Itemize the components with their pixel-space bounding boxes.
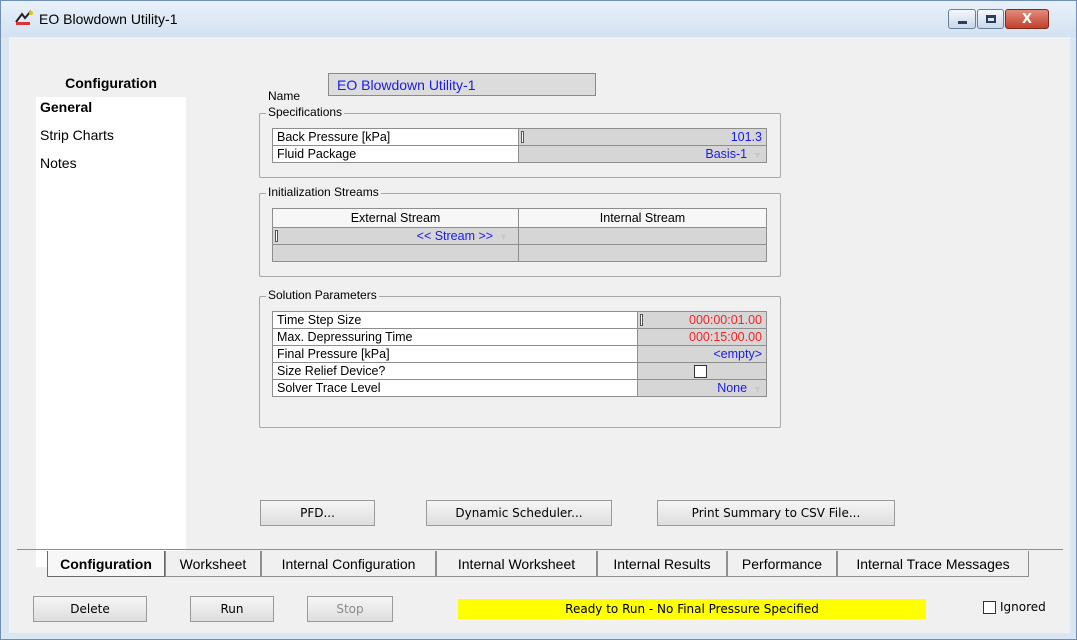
tab-performance[interactable]: Performance xyxy=(727,551,837,577)
tab-internal-configuration[interactable]: Internal Configuration xyxy=(261,551,436,577)
client-area: Configuration General Strip Charts Notes… xyxy=(9,37,1070,633)
ignored-label: Ignored xyxy=(1000,600,1046,614)
back-pressure-value[interactable]: 101.3 xyxy=(518,128,767,146)
left-panel-header: Configuration xyxy=(65,75,157,91)
back-pressure-label: Back Pressure [kPa] xyxy=(272,128,519,146)
table-row: Fluid Package Basis-1 ▼ xyxy=(272,145,767,163)
window-title: EO Blowdown Utility-1 xyxy=(39,11,178,27)
tab-worksheet[interactable]: Worksheet xyxy=(165,551,261,577)
external-stream-select[interactable]: << Stream >> ▼ xyxy=(272,227,519,245)
table-row: Size Relief Device? xyxy=(272,362,767,380)
delete-button[interactable]: Delete xyxy=(33,596,147,622)
status-message: Ready to Run - No Final Pressure Specifi… xyxy=(458,599,926,619)
final-pressure-value[interactable]: <empty> xyxy=(637,345,767,363)
pfd-button[interactable]: PFD... xyxy=(260,500,375,526)
maximize-icon xyxy=(985,15,996,23)
chevron-down-icon: ▼ xyxy=(753,150,762,160)
table-row xyxy=(272,244,767,262)
time-step-size-value[interactable]: 000:00:01.00 xyxy=(637,311,767,329)
fluid-package-label: Fluid Package xyxy=(272,145,519,163)
table-row: Final Pressure [kPa] <empty> xyxy=(272,345,767,363)
solution-parameters-table: Time Step Size 000:00:01.00 Max. Depress… xyxy=(272,311,767,397)
external-stream-header: External Stream xyxy=(272,208,519,228)
ignored-checkbox[interactable] xyxy=(983,601,996,614)
main-window: EO Blowdown Utility-1 X Configuration Ge… xyxy=(0,0,1077,640)
close-button[interactable]: X xyxy=(1005,9,1049,29)
streams-table: External Stream Internal Stream << Strea… xyxy=(272,208,767,262)
nav-item-strip-charts[interactable]: Strip Charts xyxy=(40,127,114,143)
specifications-table: Back Pressure [kPa] 101.3 Fluid Package … xyxy=(272,128,767,163)
table-row: << Stream >> ▼ xyxy=(272,227,767,245)
internal-stream-cell-empty[interactable] xyxy=(518,244,767,262)
maximize-button[interactable] xyxy=(977,9,1004,29)
cell-cursor xyxy=(275,230,278,242)
max-depressuring-time-label: Max. Depressuring Time xyxy=(272,328,638,346)
external-stream-cell-empty[interactable] xyxy=(272,244,519,262)
size-relief-device-label: Size Relief Device? xyxy=(272,362,638,380)
chevron-down-icon: ▼ xyxy=(499,232,508,242)
solution-parameters-title: Solution Parameters xyxy=(266,288,379,302)
cell-cursor xyxy=(640,314,643,326)
fluid-package-select[interactable]: Basis-1 ▼ xyxy=(518,145,767,163)
max-depressuring-time-value[interactable]: 000:15:00.00 xyxy=(637,328,767,346)
internal-stream-header: Internal Stream xyxy=(518,208,767,228)
table-row: Max. Depressuring Time 000:15:00.00 xyxy=(272,328,767,346)
tab-internal-results[interactable]: Internal Results xyxy=(597,551,727,577)
specifications-title: Specifications xyxy=(266,105,345,119)
table-row: Back Pressure [kPa] 101.3 xyxy=(272,128,767,146)
tab-strip-line xyxy=(17,549,1063,550)
print-summary-button[interactable]: Print Summary to CSV File... xyxy=(657,500,895,526)
time-step-size-label: Time Step Size xyxy=(272,311,638,329)
ignored-toggle[interactable]: Ignored xyxy=(983,600,1046,614)
close-icon: X xyxy=(1021,11,1033,27)
tab-internal-worksheet[interactable]: Internal Worksheet xyxy=(436,551,597,577)
name-label: Name xyxy=(268,89,301,103)
name-field[interactable]: EO Blowdown Utility-1 xyxy=(328,73,596,96)
nav-item-notes[interactable]: Notes xyxy=(40,155,77,171)
solution-parameters-group: Solution Parameters Time Step Size 000:0… xyxy=(259,288,781,428)
size-relief-device-checkbox[interactable] xyxy=(694,365,707,379)
stop-button[interactable]: Stop xyxy=(307,596,393,622)
initialization-streams-group: Initialization Streams External Stream I… xyxy=(259,185,781,277)
table-row: Time Step Size 000:00:01.00 xyxy=(272,311,767,329)
final-pressure-label: Final Pressure [kPa] xyxy=(272,345,638,363)
left-nav-panel: General Strip Charts Notes xyxy=(36,97,186,567)
minimize-button[interactable] xyxy=(948,9,976,29)
run-button[interactable]: Run xyxy=(190,596,274,622)
solver-trace-level-label: Solver Trace Level xyxy=(272,379,638,397)
blowdown-utility-icon xyxy=(15,10,33,25)
dynamic-scheduler-button[interactable]: Dynamic Scheduler... xyxy=(426,500,612,526)
specifications-group: Specifications Back Pressure [kPa] 101.3… xyxy=(259,105,781,178)
internal-stream-cell[interactable] xyxy=(518,227,767,245)
tab-configuration[interactable]: Configuration xyxy=(47,551,165,577)
size-relief-device-cell xyxy=(637,362,767,380)
chevron-down-icon: ▼ xyxy=(753,384,762,394)
minimize-icon xyxy=(957,20,967,24)
table-row: Solver Trace Level None ▼ xyxy=(272,379,767,397)
title-bar[interactable]: EO Blowdown Utility-1 X xyxy=(1,1,1076,37)
tab-internal-trace-messages[interactable]: Internal Trace Messages xyxy=(837,551,1029,577)
solver-trace-level-select[interactable]: None ▼ xyxy=(637,379,767,397)
cell-cursor xyxy=(521,131,524,143)
table-header-row: External Stream Internal Stream xyxy=(272,208,767,228)
nav-item-general[interactable]: General xyxy=(40,99,92,115)
initialization-streams-title: Initialization Streams xyxy=(266,185,381,199)
